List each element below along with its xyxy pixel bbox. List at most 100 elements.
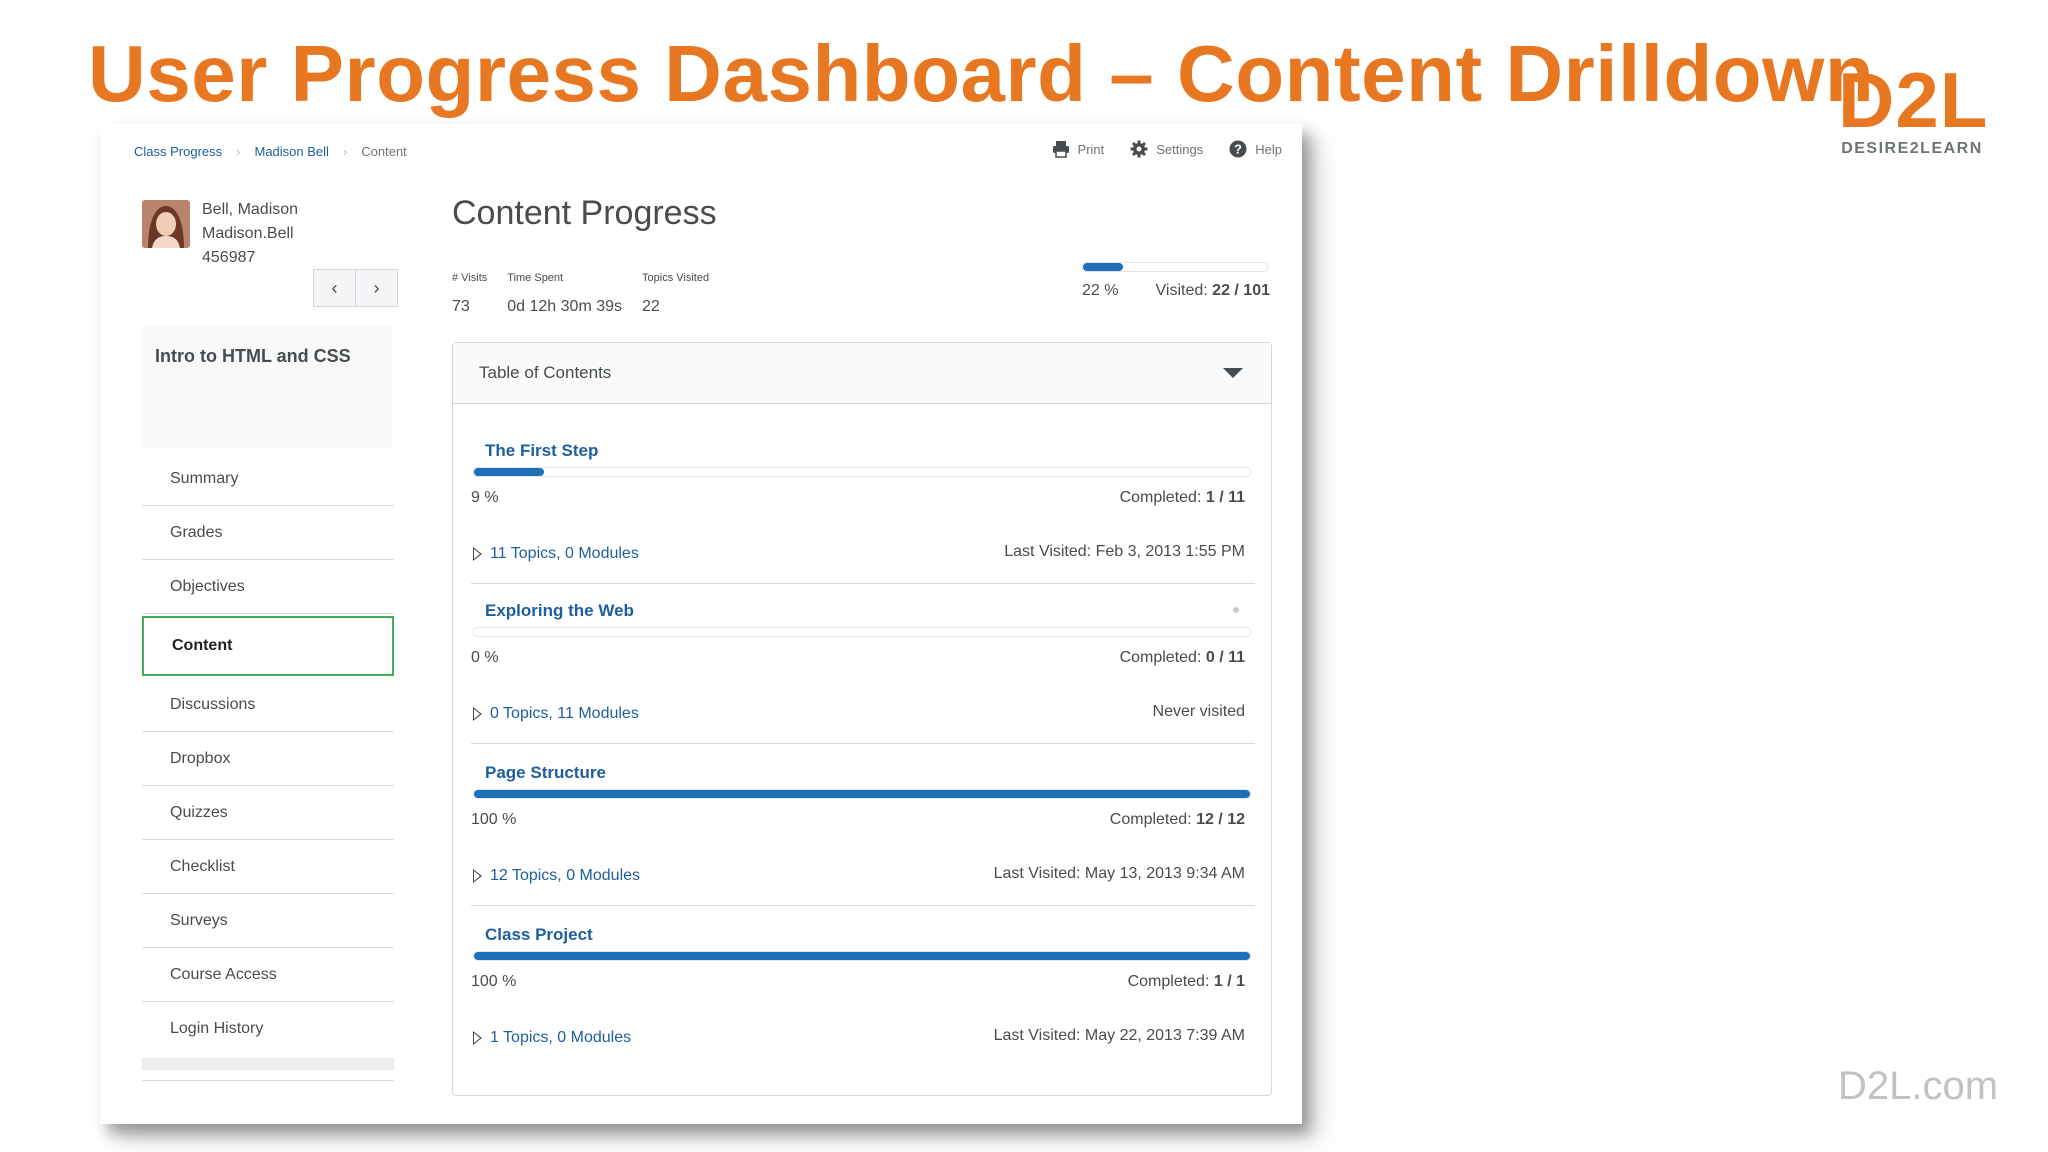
breadcrumb-user[interactable]: Madison Bell [254, 144, 328, 159]
sidebar-item-discussions[interactable]: Discussions [142, 678, 394, 732]
module-progress-fill [474, 790, 1250, 798]
visited-value: 22 / 101 [1212, 282, 1270, 299]
completed-value: 1 / 1 [1213, 973, 1245, 990]
toc-header[interactable]: Table of Contents [453, 343, 1271, 404]
sidebar-item-dropbox[interactable]: Dropbox [142, 732, 394, 786]
module-title[interactable]: Page Structure [485, 763, 606, 783]
user-info: Bell, Madison Madison.Bell 456987 [202, 198, 298, 270]
settings-button[interactable]: Settings [1130, 140, 1203, 158]
table-of-contents: Table of Contents The First Step 9 % Compl… [452, 342, 1272, 1096]
course-name: Intro to HTML and CSS [155, 346, 351, 366]
gear-icon [1130, 140, 1148, 158]
module-topics-toggle[interactable]: 12 Topics, 0 Modules [473, 867, 640, 885]
breadcrumb: Class Progress › Madison Bell › Content [134, 144, 407, 159]
sidebar-item-grades[interactable]: Grades [142, 506, 394, 560]
stat-label: Topics Visited [642, 272, 710, 284]
caret-down-icon[interactable] [1223, 368, 1243, 378]
breadcrumb-separator-icon: › [236, 144, 241, 159]
sidebar-item-quizzes[interactable]: Quizzes [142, 786, 394, 840]
sidebar-item-login-history[interactable]: Login History [142, 1002, 394, 1056]
avatar [142, 200, 190, 248]
completed-value: 1 / 11 [1205, 489, 1245, 506]
divider [471, 583, 1255, 584]
stat-value: 0d 12h 30m 39s [507, 298, 623, 315]
completed-value: 12 / 12 [1196, 811, 1245, 828]
toolbar: Print Settings ? Help [1052, 140, 1282, 158]
sidebar-item-content[interactable]: Content [142, 616, 394, 676]
completed-label: Completed: [1109, 811, 1192, 828]
module-percent: 9 % [471, 489, 499, 506]
stat-value: 22 [642, 298, 660, 315]
question-circle-icon: ? [1229, 140, 1247, 158]
module-topics: 0 Topics, 11 Modules [490, 705, 639, 722]
completed-label: Completed: [1119, 649, 1202, 666]
module-progress-fill [474, 952, 1250, 960]
sidebar-item-objectives[interactable]: Objectives [142, 560, 394, 614]
module-completed: Completed: 0 / 11 [1120, 649, 1245, 667]
overall-progress: 22 % Visited: 22 / 101 [1082, 262, 1270, 300]
module-completed: Completed: 12 / 12 [1110, 811, 1245, 829]
stat-value: 73 [452, 298, 470, 315]
module-title[interactable]: Class Project [485, 925, 593, 945]
overall-visited: Visited: 22 / 101 [1156, 282, 1270, 300]
module-title[interactable]: The First Step [485, 441, 598, 461]
status-dot-icon [1233, 607, 1239, 613]
completed-label: Completed: [1119, 489, 1202, 506]
print-button[interactable]: Print [1052, 140, 1105, 158]
expand-triangle-icon [473, 707, 482, 721]
module-title[interactable]: Exploring the Web [485, 601, 634, 621]
module-percent: 0 % [471, 649, 499, 666]
module-last-visited: Last Visited: Feb 3, 2013 1:55 PM [1004, 543, 1245, 560]
svg-text:?: ? [1234, 142, 1242, 157]
module-last-visited: Last Visited: May 22, 2013 7:39 AM [993, 1027, 1245, 1044]
print-label: Print [1077, 141, 1105, 157]
breadcrumb-current: Content [361, 144, 407, 159]
divider [471, 743, 1255, 744]
module-progress-bar [473, 627, 1251, 637]
settings-label: Settings [1156, 141, 1204, 157]
footer-url: D2L.com [1838, 1064, 1999, 1108]
divider [142, 1080, 394, 1081]
next-user-button[interactable]: › [356, 269, 398, 307]
expand-triangle-icon [473, 1031, 482, 1045]
previous-user-button[interactable]: ‹ [313, 269, 356, 307]
user-name: Bell, Madison [202, 201, 299, 218]
completed-value: 0 / 11 [1205, 649, 1245, 666]
help-button[interactable]: ? Help [1229, 140, 1282, 158]
module-progress-fill [474, 468, 544, 476]
page-title: Content Progress [452, 194, 717, 232]
sidebar-item-course-access[interactable]: Course Access [142, 948, 394, 1002]
module-topics-toggle[interactable]: 11 Topics, 0 Modules [473, 545, 639, 563]
toc-title: Table of Contents [479, 363, 612, 382]
stat-label: Time Spent [507, 272, 564, 284]
module-progress-bar [473, 951, 1251, 961]
help-label: Help [1255, 141, 1282, 157]
logo-tagline: DESIRE2LEARN [1841, 140, 1983, 157]
module-completed: Completed: 1 / 1 [1128, 973, 1245, 991]
divider [471, 905, 1255, 906]
sidebar-item-checklist[interactable]: Checklist [142, 840, 394, 894]
user-username: Madison.Bell [202, 225, 294, 242]
logo-wordmark: D2L [1838, 56, 1989, 144]
d2l-logo: D2L DESIRE2LEARN [1838, 56, 1989, 158]
sidebar-item-summary[interactable]: Summary [142, 452, 394, 506]
visited-label: Visited: [1155, 282, 1208, 299]
completed-label: Completed: [1127, 973, 1210, 990]
module-completed: Completed: 1 / 11 [1120, 489, 1245, 507]
stats-summary: # Visits 73 Time Spent 0d 12h 30m 39s To… [452, 272, 709, 316]
expand-triangle-icon [473, 869, 482, 883]
sidebar-item-surveys[interactable]: Surveys [142, 894, 394, 948]
user-id: 456987 [202, 249, 256, 266]
chevron-right-icon: › [373, 277, 380, 298]
printer-icon [1052, 141, 1069, 158]
module-topics: 1 Topics, 0 Modules [490, 1029, 632, 1046]
module-topics: 11 Topics, 0 Modules [490, 545, 639, 562]
breadcrumb-class-progress[interactable]: Class Progress [134, 144, 222, 159]
module-last-visited: Never visited [1152, 703, 1245, 720]
stat-time-spent: Time Spent 0d 12h 30m 39s [507, 272, 622, 316]
module-topics-toggle[interactable]: 1 Topics, 0 Modules [473, 1029, 631, 1047]
stat-topics-visited: Topics Visited 22 [642, 272, 709, 316]
module-progress-bar [473, 789, 1251, 799]
module-topics-toggle[interactable]: 0 Topics, 11 Modules [473, 705, 639, 723]
module-topics: 12 Topics, 0 Modules [490, 867, 641, 884]
